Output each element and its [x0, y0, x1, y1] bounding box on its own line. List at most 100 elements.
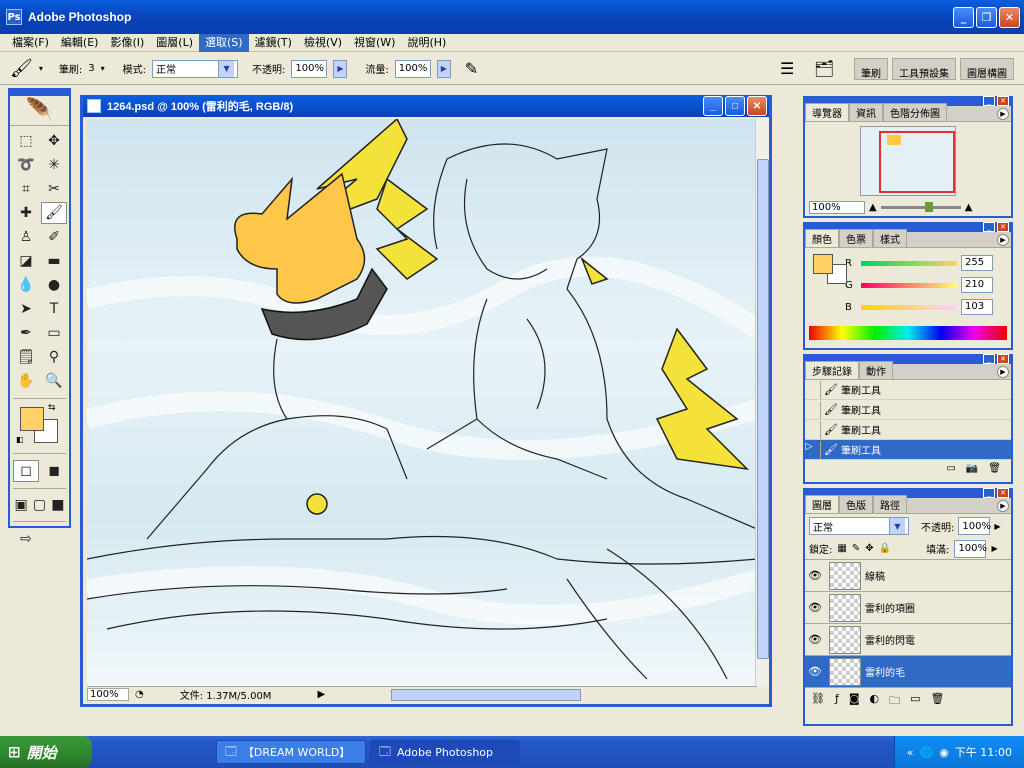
panel-menu-icon[interactable]: ▶ — [997, 500, 1009, 512]
lock-transparency-icon[interactable]: ▦ — [837, 543, 846, 554]
start-button[interactable]: ⊞ 開始 — [0, 736, 92, 768]
taskbar-dream-world[interactable]: 🗔 【DREAM WORLD】 — [216, 740, 366, 764]
history-close-button[interactable]: ✕ — [997, 354, 1009, 364]
new-group-icon[interactable]: 🗀 — [889, 692, 900, 711]
history-item-selected[interactable]: ▷ 🖌 筆刷工具 — [805, 440, 1011, 460]
marquee-tool-icon[interactable]: ⬚ — [13, 130, 39, 152]
tab-histogram[interactable]: 色階分佈圖 — [883, 103, 947, 121]
layer-mask-icon[interactable]: ◙ — [849, 692, 860, 711]
tab-actions[interactable]: 動作 — [859, 361, 893, 379]
history-item[interactable]: 🖌 筆刷工具 — [805, 420, 1011, 440]
color-minimize-button[interactable]: _ — [983, 222, 995, 232]
tool-preset-arrow-icon[interactable]: ▾ — [39, 64, 43, 73]
lock-image-icon[interactable]: ✎ — [852, 543, 860, 554]
well-tab-brushes[interactable]: 筆刷 — [854, 58, 888, 80]
minimize-button[interactable]: _ — [953, 7, 974, 28]
layers-close-button[interactable]: ✕ — [997, 488, 1009, 498]
color-fg-swatch[interactable] — [813, 254, 833, 274]
eye-icon[interactable]: 👁 — [805, 665, 825, 678]
new-layer-icon[interactable]: ▭ — [910, 692, 920, 711]
network-icon[interactable]: 🌐 — [919, 746, 933, 759]
status-menu-icon[interactable]: ◔ — [135, 689, 144, 700]
airbrush-icon[interactable]: ✎ — [465, 59, 478, 78]
vertical-scrollbar[interactable] — [755, 119, 769, 687]
navigator-minimize-button[interactable]: _ — [983, 96, 995, 106]
new-snapshot-icon[interactable]: 📷 — [966, 463, 978, 474]
lasso-tool-icon[interactable]: ➰ — [13, 154, 39, 176]
blur-tool-icon[interactable]: 💧 — [13, 274, 39, 296]
layer-opacity-field[interactable]: 100% — [958, 517, 991, 535]
menu-view[interactable]: 檢視(V) — [298, 34, 348, 52]
layer-row[interactable]: 👁 線稿 — [805, 560, 1011, 592]
clone-stamp-tool-icon[interactable]: ♙ — [13, 226, 39, 248]
new-document-from-state-icon[interactable]: ▭ — [946, 463, 955, 474]
navigator-zoom-field[interactable]: 100% — [809, 200, 865, 214]
link-layers-icon[interactable]: ⛓ — [811, 692, 825, 711]
history-item[interactable]: 🖌 筆刷工具 — [805, 400, 1011, 420]
palette-options-icon[interactable]: ☰ — [780, 59, 794, 78]
brush-tool-icon[interactable]: 🖌 — [10, 58, 33, 79]
navigator-zoom-slider[interactable] — [880, 201, 961, 212]
screen-mode-standard-icon[interactable]: ▣ — [13, 494, 29, 516]
menu-help[interactable]: 說明(H) — [401, 34, 452, 52]
menu-layer[interactable]: 圖層(L) — [150, 34, 199, 52]
history-minimize-button[interactable]: _ — [983, 354, 995, 364]
navigator-close-button[interactable]: ✕ — [997, 96, 1009, 106]
menu-filter[interactable]: 濾鏡(T) — [249, 34, 298, 52]
delete-state-icon[interactable]: 🗑 — [988, 463, 1001, 474]
restore-button[interactable]: ❐ — [976, 7, 997, 28]
foreground-color-swatch[interactable] — [20, 407, 44, 431]
gradient-tool-icon[interactable]: ▬ — [41, 250, 67, 272]
slice-tool-icon[interactable]: ✂ — [41, 178, 67, 200]
menu-image[interactable]: 影像(I) — [104, 34, 150, 52]
tab-info[interactable]: 資訊 — [849, 103, 883, 121]
tab-swatches[interactable]: 色票 — [839, 229, 873, 247]
red-value[interactable]: 255 — [961, 255, 993, 271]
brush-picker-arrow-icon[interactable]: ▾ — [101, 64, 105, 73]
file-browser-icon[interactable]: 🗂 — [814, 59, 834, 78]
lock-all-icon[interactable]: 🔒 — [879, 543, 891, 554]
jump-to-imageready-icon[interactable]: ⇨ — [13, 528, 39, 550]
well-tab-layer-comps[interactable]: 圖層構圖 — [960, 58, 1014, 80]
layers-minimize-button[interactable]: _ — [983, 488, 995, 498]
layer-row[interactable]: 👁 雷利的項圈 — [805, 592, 1011, 624]
menu-edit[interactable]: 編輯(E) — [55, 34, 105, 52]
color-spectrum-bar[interactable] — [809, 326, 1007, 340]
history-item[interactable]: 🖌 筆刷工具 — [805, 380, 1011, 400]
doc-close-button[interactable]: ✕ — [747, 96, 767, 116]
eraser-tool-icon[interactable]: ◪ — [13, 250, 39, 272]
fill-arrow-icon[interactable]: ▶ — [991, 544, 997, 553]
hand-tool-icon[interactable]: ✋ — [13, 370, 39, 392]
zoom-tool-icon[interactable]: 🔍 — [41, 370, 67, 392]
red-slider[interactable] — [861, 260, 957, 266]
type-tool-icon[interactable]: T — [41, 298, 67, 320]
status-arrow-icon[interactable]: ▶ — [317, 689, 325, 700]
navigator-thumbnail[interactable] — [860, 126, 956, 196]
standard-mode-icon[interactable]: ◻ — [13, 460, 39, 482]
doc-maximize-button[interactable]: □ — [725, 96, 745, 116]
doc-minimize-button[interactable]: _ — [703, 96, 723, 116]
layer-row[interactable]: 👁 雷利的閃電 — [805, 624, 1011, 656]
rectangle-tool-icon[interactable]: ▭ — [41, 322, 67, 344]
opacity-arrow-icon[interactable]: ▶ — [994, 522, 1000, 531]
swap-colors-icon[interactable]: ⇆ — [48, 403, 56, 413]
delete-layer-icon[interactable]: 🗑 — [931, 692, 945, 711]
blue-value[interactable]: 103 — [961, 299, 993, 315]
tab-navigator[interactable]: 導覽器 — [805, 103, 849, 121]
doc-zoom-field[interactable]: 100% — [87, 688, 129, 701]
eye-icon[interactable]: 👁 — [805, 601, 825, 614]
tab-layers[interactable]: 圖層 — [805, 495, 839, 513]
feather-logo-icon[interactable]: 🪶 — [10, 96, 69, 126]
mode-select[interactable]: 正常 ▼ — [152, 59, 239, 78]
history-state-marker-icon[interactable]: ▷ — [805, 440, 821, 459]
magic-wand-tool-icon[interactable]: ✳ — [41, 154, 67, 176]
green-slider[interactable] — [861, 282, 957, 288]
flow-slider-button[interactable]: ▶ — [436, 59, 451, 78]
tab-history[interactable]: 步驟記錄 — [805, 361, 859, 379]
brush-tool-icon[interactable]: 🖌 — [41, 202, 67, 224]
green-value[interactable]: 210 — [961, 277, 993, 293]
tab-paths[interactable]: 路徑 — [873, 495, 907, 513]
quick-mask-mode-icon[interactable]: ◼ — [41, 460, 67, 482]
clock[interactable]: 下午 11:00 — [955, 744, 1012, 760]
menu-select[interactable]: 選取(S) — [199, 33, 249, 52]
